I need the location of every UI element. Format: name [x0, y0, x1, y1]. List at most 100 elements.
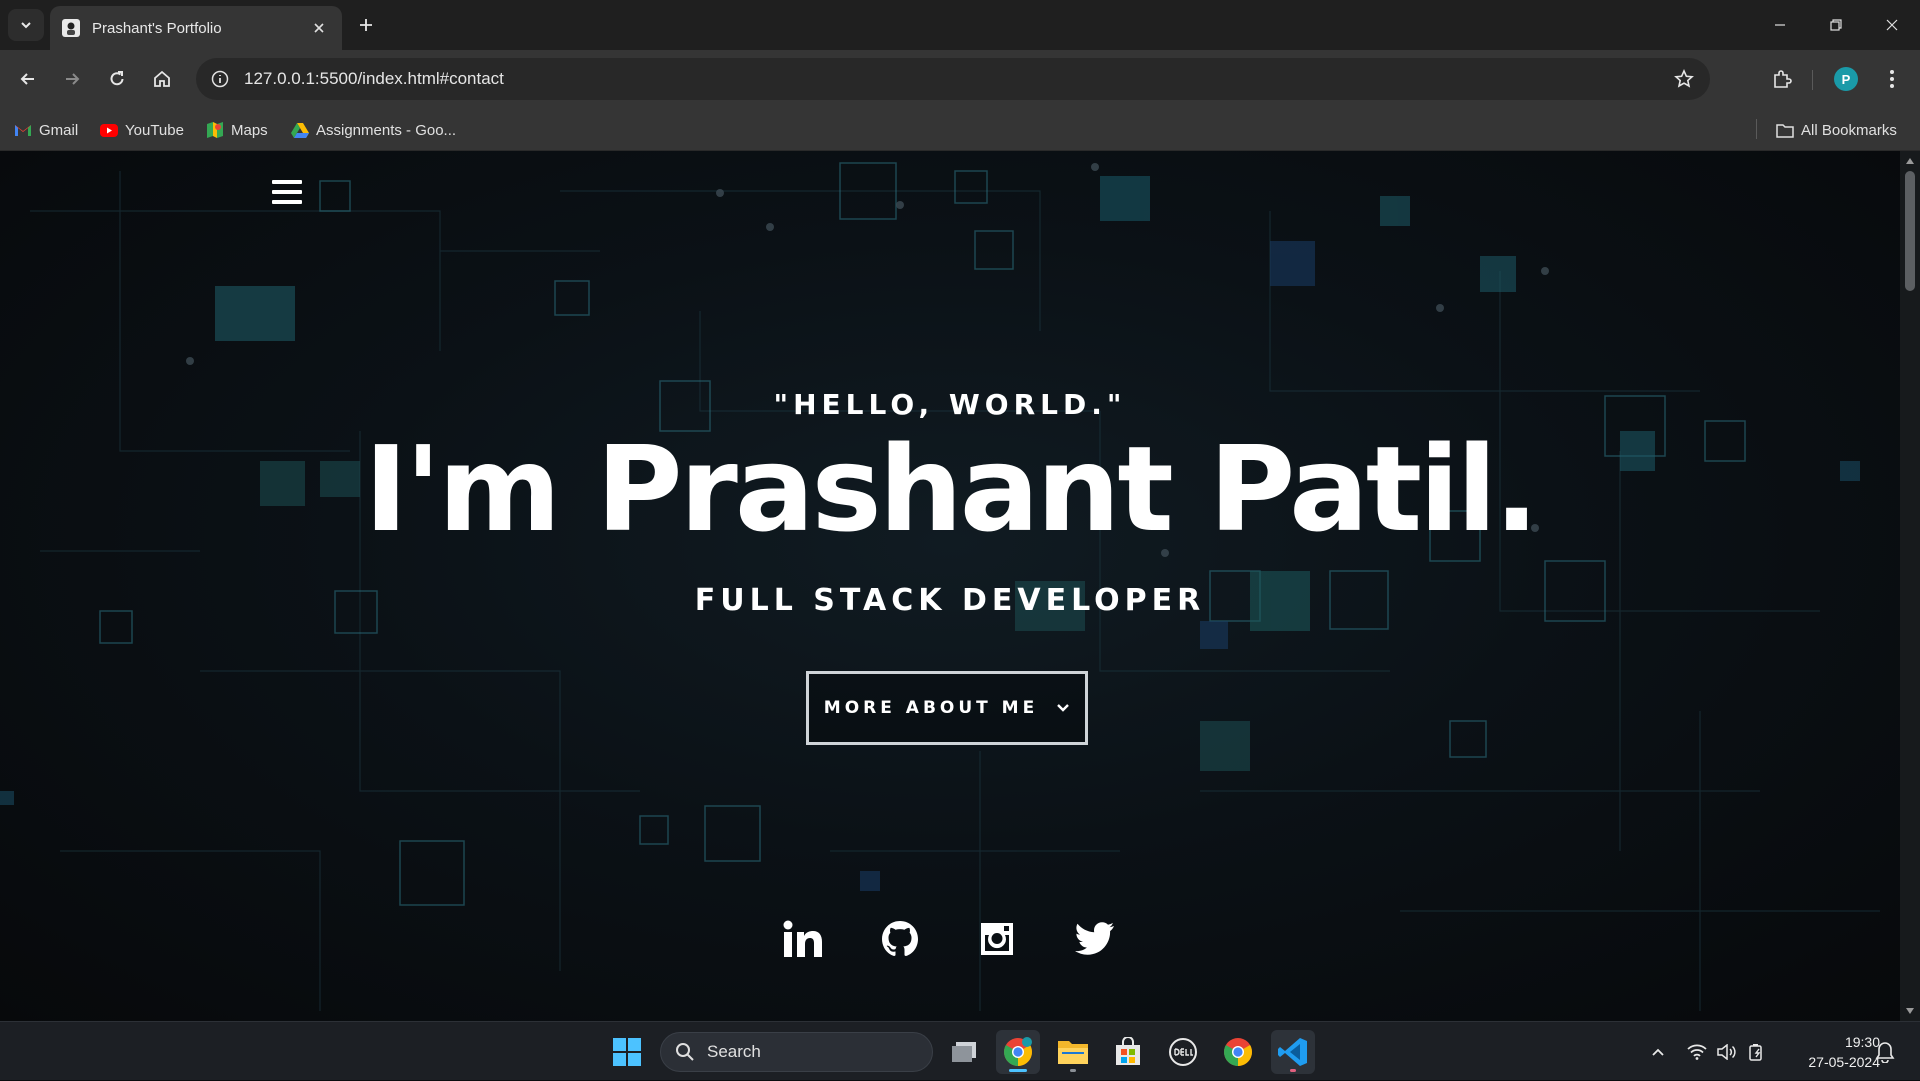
volume-status[interactable]	[1712, 1022, 1742, 1081]
bookmark-star-button[interactable]	[1668, 63, 1700, 95]
chevron-down-icon	[21, 22, 31, 29]
bookmarks-divider	[1756, 119, 1757, 139]
taskbar-microsoft-store[interactable]	[1106, 1030, 1150, 1074]
taskbar-search-label: Search	[707, 1042, 761, 1061]
notification-bell-icon	[1875, 1042, 1895, 1063]
arrow-left-icon	[20, 73, 34, 85]
browser-menu-button[interactable]	[1876, 63, 1908, 95]
notifications-button[interactable]	[1870, 1030, 1900, 1074]
site-info-icon[interactable]	[206, 65, 234, 93]
folder-icon	[1776, 121, 1794, 139]
arrow-right-icon	[66, 73, 80, 85]
wifi-status[interactable]	[1682, 1022, 1712, 1081]
browser-tab-active[interactable]: Prashant's Portfolio	[50, 6, 342, 50]
all-bookmarks-label: All Bookmarks	[1801, 121, 1897, 139]
search-icon	[676, 1043, 694, 1061]
chevron-up-icon	[1652, 1048, 1664, 1056]
forward-button[interactable]	[56, 63, 88, 95]
tab-search-button[interactable]	[8, 9, 44, 41]
windows-logo-icon	[613, 1038, 641, 1066]
bookmark-label: Gmail	[39, 121, 79, 139]
gmail-icon	[14, 121, 32, 139]
github-icon	[882, 921, 918, 956]
maps-icon	[206, 121, 224, 139]
page-scrollbar[interactable]	[1900, 151, 1920, 1021]
page-viewport: "HELLO, WORLD." I'm Prashant Patil. FULL…	[0, 151, 1900, 1021]
minimize-icon	[1775, 24, 1785, 26]
taskbar-file-explorer[interactable]	[1051, 1030, 1095, 1074]
running-app-indicator	[1070, 1069, 1076, 1072]
bookmarks-bar: Gmail YouTube Maps Assignments - Goo... …	[0, 108, 1920, 151]
back-button[interactable]	[12, 63, 44, 95]
active-app-indicator	[1009, 1069, 1027, 1072]
close-icon	[314, 23, 324, 33]
taskbar-clock[interactable]: 19:30 27-05-2024	[1780, 1032, 1880, 1072]
taskbar-search[interactable]: Search	[660, 1032, 933, 1072]
github-link[interactable]	[876, 915, 924, 963]
scroll-down-icon[interactable]	[1904, 1005, 1916, 1017]
bookmark-label: Assignments - Goo...	[316, 121, 457, 139]
close-icon	[1886, 19, 1898, 31]
all-bookmarks-button[interactable]: All Bookmarks	[1776, 117, 1897, 143]
store-icon	[1116, 1037, 1140, 1065]
tab-close-button[interactable]	[308, 17, 330, 39]
reload-button[interactable]	[101, 63, 133, 95]
task-view-button[interactable]	[942, 1030, 986, 1074]
window-controls	[1752, 0, 1920, 50]
browser-toolbar: 127.0.0.1:5500/index.html#contact P	[0, 50, 1920, 108]
scroll-up-icon[interactable]	[1904, 155, 1916, 167]
taskbar-vscode[interactable]	[1271, 1030, 1315, 1074]
toolbar-divider	[1812, 70, 1813, 90]
clock-time: 19:30	[1844, 1034, 1880, 1050]
show-hidden-icons-button[interactable]	[1644, 1022, 1672, 1081]
google-drive-icon	[291, 121, 309, 139]
battery-charging-icon	[1749, 1043, 1762, 1061]
close-window-button[interactable]	[1864, 0, 1920, 50]
tab-title: Prashant's Portfolio	[92, 19, 222, 37]
vscode-icon	[1278, 1038, 1307, 1066]
new-tab-button[interactable]	[352, 11, 380, 39]
restore-button[interactable]	[1808, 0, 1864, 50]
twitter-link[interactable]	[1071, 915, 1119, 963]
windows-taskbar: Search 19:30 27-05-2024	[0, 1021, 1920, 1080]
reload-icon	[110, 71, 124, 86]
battery-status[interactable]	[1742, 1022, 1772, 1081]
volume-icon	[1717, 1043, 1736, 1060]
bookmark-maps[interactable]: Maps	[206, 117, 268, 143]
hero-subtitle: FULL STACK DEVELOPER	[694, 583, 1206, 618]
folder-icon	[1058, 1041, 1088, 1064]
chevron-down-icon	[1056, 703, 1070, 713]
system-tray	[1644, 1022, 1772, 1081]
more-about-me-button[interactable]: MORE ABOUT ME	[806, 671, 1088, 745]
taskbar-chrome[interactable]	[1216, 1030, 1260, 1074]
start-button[interactable]	[605, 1030, 649, 1074]
url-text: 127.0.0.1:5500/index.html#contact	[244, 69, 504, 88]
star-icon	[1674, 69, 1694, 88]
more-about-me-label: MORE ABOUT ME	[823, 698, 1039, 718]
home-button[interactable]	[146, 63, 178, 95]
twitter-icon	[1075, 922, 1114, 955]
chrome-icon	[1004, 1037, 1032, 1066]
instagram-link[interactable]	[973, 915, 1021, 963]
hamburger-menu-button[interactable]	[272, 180, 302, 204]
address-bar[interactable]: 127.0.0.1:5500/index.html#contact	[196, 58, 1710, 100]
scrollbar-thumb[interactable]	[1905, 171, 1915, 291]
home-icon	[154, 70, 170, 87]
profile-avatar: P	[1834, 67, 1858, 91]
wifi-icon	[1687, 1044, 1707, 1060]
linkedin-link[interactable]	[779, 915, 827, 963]
profile-button[interactable]: P	[1830, 63, 1862, 95]
extensions-button[interactable]	[1766, 63, 1798, 95]
bookmark-assignments[interactable]: Assignments - Goo...	[291, 117, 456, 143]
taskbar-dell[interactable]	[1161, 1030, 1205, 1074]
chrome-icon	[1224, 1038, 1252, 1066]
minimize-button[interactable]	[1752, 0, 1808, 50]
dell-icon	[1169, 1038, 1197, 1066]
restore-icon	[1830, 19, 1842, 31]
puzzle-icon	[1774, 70, 1792, 88]
bookmark-youtube[interactable]: YouTube	[100, 117, 184, 143]
taskbar-chrome-profile[interactable]	[996, 1030, 1040, 1074]
more-vertical-icon	[1890, 70, 1894, 88]
clock-date: 27-05-2024	[1808, 1054, 1880, 1070]
bookmark-gmail[interactable]: Gmail	[14, 117, 78, 143]
